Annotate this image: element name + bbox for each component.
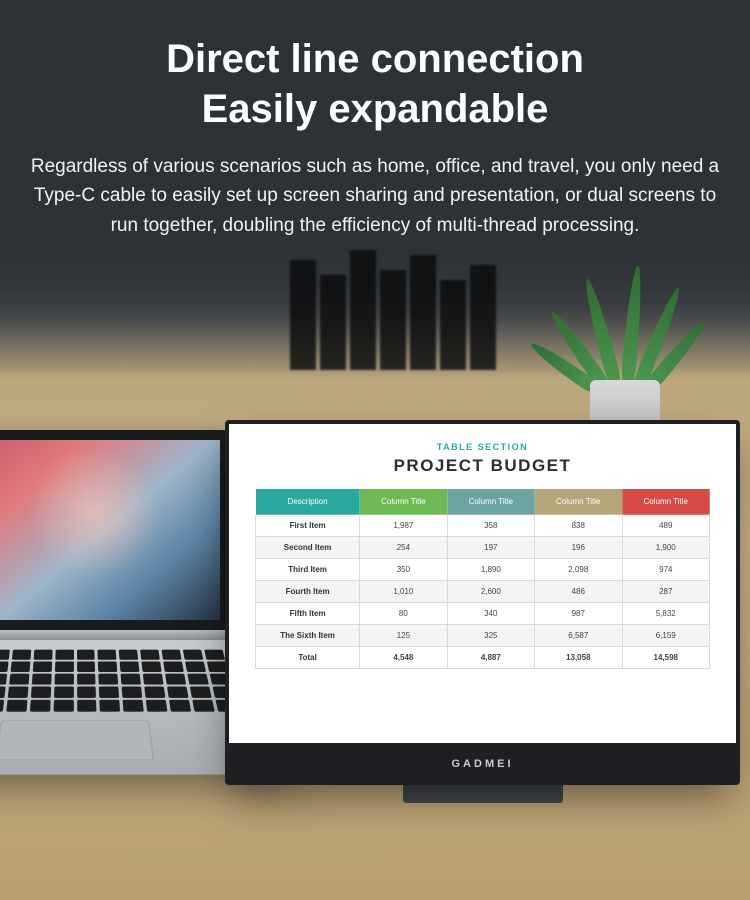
col-header: Column Title	[535, 489, 622, 515]
table-row: Total4,5484,88713,05814,598	[256, 647, 710, 669]
table-cell: 4,548	[360, 647, 447, 669]
monitor-stand	[403, 785, 563, 803]
table-cell: The Sixth Item	[256, 625, 360, 647]
col-header: Column Title	[622, 489, 709, 515]
monitor-brand-label: GADMEI	[225, 743, 740, 785]
table-cell: Fifth Item	[256, 603, 360, 625]
table-cell: Total	[256, 647, 360, 669]
hero-text-block: Direct line connection Easily expandable…	[0, 0, 750, 240]
table-cell: 1,900	[622, 537, 709, 559]
table-row: Third Item3501,8902,098974	[256, 559, 710, 581]
table-cell: 13,058	[535, 647, 622, 669]
table-cell: 358	[447, 515, 534, 537]
table-cell: 340	[447, 603, 534, 625]
laptop-trackpad	[0, 720, 154, 760]
table-cell: 5,832	[622, 603, 709, 625]
table-cell: 80	[360, 603, 447, 625]
hero-title: Direct line connection Easily expandable	[26, 34, 724, 134]
plant-decor	[540, 255, 710, 435]
hero-body: Regardless of various scenarios such as …	[26, 152, 724, 240]
table-cell: 350	[360, 559, 447, 581]
table-cell: 125	[360, 625, 447, 647]
spreadsheet: TABLE SECTION PROJECT BUDGET Description…	[229, 424, 736, 743]
col-header: Description	[256, 489, 360, 515]
col-header: Column Title	[360, 489, 447, 515]
table-cell: 838	[535, 515, 622, 537]
table-cell: 1,987	[360, 515, 447, 537]
hero-title-line2: Easily expandable	[202, 87, 549, 131]
table-cell: 14,598	[622, 647, 709, 669]
laptop	[0, 430, 250, 845]
table-cell: Fourth Item	[256, 581, 360, 603]
table-cell: 325	[447, 625, 534, 647]
laptop-wallpaper	[0, 440, 220, 620]
table-header-row: Description Column Title Column Title Co…	[256, 489, 710, 515]
table-row: Second Item2541971961,900	[256, 537, 710, 559]
table-cell: Second Item	[256, 537, 360, 559]
table-cell: 987	[535, 603, 622, 625]
monitor-screen: TABLE SECTION PROJECT BUDGET Description…	[229, 424, 736, 743]
table-cell: 2,098	[535, 559, 622, 581]
table-cell: 486	[535, 581, 622, 603]
laptop-hinge	[0, 630, 235, 640]
sheet-section-label: TABLE SECTION	[437, 442, 528, 452]
sheet-title: PROJECT BUDGET	[394, 456, 572, 476]
budget-table: Description Column Title Column Title Co…	[255, 488, 710, 669]
table-cell: 1,890	[447, 559, 534, 581]
table-row: Fourth Item1,0102,600486287	[256, 581, 710, 603]
table-row: The Sixth Item1253256,5876,159	[256, 625, 710, 647]
laptop-keyboard	[0, 650, 240, 717]
hero-title-line1: Direct line connection	[166, 37, 584, 81]
table-cell: 974	[622, 559, 709, 581]
table-cell: 2,600	[447, 581, 534, 603]
table-row: Fifth Item803409875,832	[256, 603, 710, 625]
table-cell: Third Item	[256, 559, 360, 581]
table-cell: 6,159	[622, 625, 709, 647]
table-body: First Item1,987358838489Second Item25419…	[256, 515, 710, 669]
table-row: First Item1,987358838489	[256, 515, 710, 537]
table-cell: 489	[622, 515, 709, 537]
table-cell: 197	[447, 537, 534, 559]
scene-background: Direct line connection Easily expandable…	[0, 0, 750, 900]
col-header: Column Title	[447, 489, 534, 515]
bookshelf-decor	[290, 240, 550, 370]
table-cell: 287	[622, 581, 709, 603]
table-cell: 1,010	[360, 581, 447, 603]
table-cell: First Item	[256, 515, 360, 537]
table-cell: 196	[535, 537, 622, 559]
table-cell: 4,887	[447, 647, 534, 669]
laptop-screen	[0, 430, 230, 630]
portable-monitor: TABLE SECTION PROJECT BUDGET Description…	[225, 420, 740, 785]
table-cell: 254	[360, 537, 447, 559]
table-cell: 6,587	[535, 625, 622, 647]
